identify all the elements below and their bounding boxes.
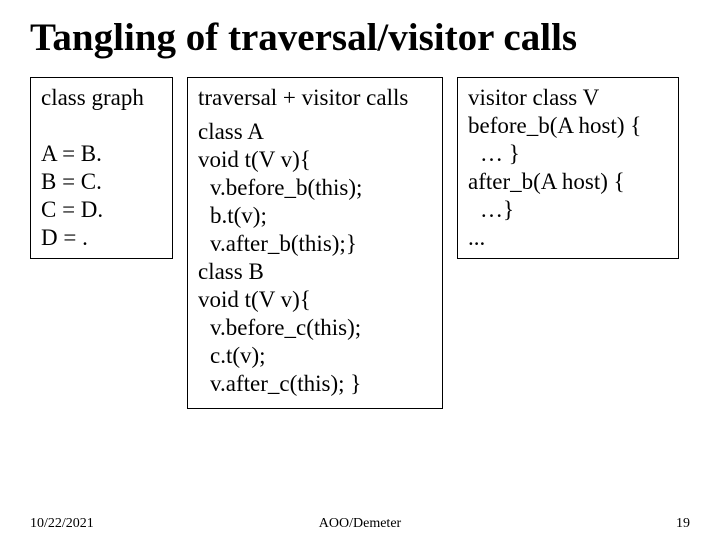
slide: Tangling of traversal/visitor calls clas… — [0, 0, 720, 540]
left-box: class graph A = B. B = C. C = D. D = . — [30, 77, 173, 259]
mid-line-1: class A — [198, 118, 432, 146]
columns: class graph A = B. B = C. C = D. D = . t… — [30, 77, 690, 410]
mid-line-4: b.t(v); — [198, 202, 432, 230]
mid-line-10: v.after_c(this); } — [198, 370, 432, 398]
left-header: class graph — [41, 84, 162, 112]
footer: 10/22/2021 AOO/Demeter 19 — [30, 516, 690, 532]
right-line-4: after_b(A host) { — [468, 168, 668, 196]
mid-line-5: v.after_b(this);} — [198, 230, 432, 258]
left-line-2: B = C. — [41, 168, 162, 196]
middle-box: traversal + visitor calls class A void t… — [187, 77, 443, 410]
footer-center: AOO/Demeter — [30, 516, 690, 532]
right-column: visitor class V before_b(A host) { … } a… — [457, 77, 679, 259]
right-line-2: before_b(A host) { — [468, 112, 668, 140]
right-box: visitor class V before_b(A host) { … } a… — [457, 77, 679, 259]
right-line-1: visitor class V — [468, 84, 668, 112]
mid-line-2: void t(V v){ — [198, 146, 432, 174]
slide-title: Tangling of traversal/visitor calls — [30, 18, 690, 59]
mid-line-9: c.t(v); — [198, 342, 432, 370]
mid-line-8: v.before_c(this); — [198, 314, 432, 342]
right-line-5: …} — [468, 196, 668, 224]
mid-line-7: void t(V v){ — [198, 286, 432, 314]
right-line-6: ... — [468, 224, 668, 252]
mid-line-3: v.before_b(this); — [198, 174, 432, 202]
left-column: class graph A = B. B = C. C = D. D = . — [30, 77, 173, 259]
right-line-3: … } — [468, 140, 668, 168]
spacer — [41, 118, 162, 140]
middle-column: traversal + visitor calls class A void t… — [187, 77, 443, 410]
mid-line-6: class B — [198, 258, 432, 286]
left-line-1: A = B. — [41, 140, 162, 168]
left-line-4: D = . — [41, 224, 162, 252]
left-line-3: C = D. — [41, 196, 162, 224]
middle-header: traversal + visitor calls — [198, 84, 432, 112]
